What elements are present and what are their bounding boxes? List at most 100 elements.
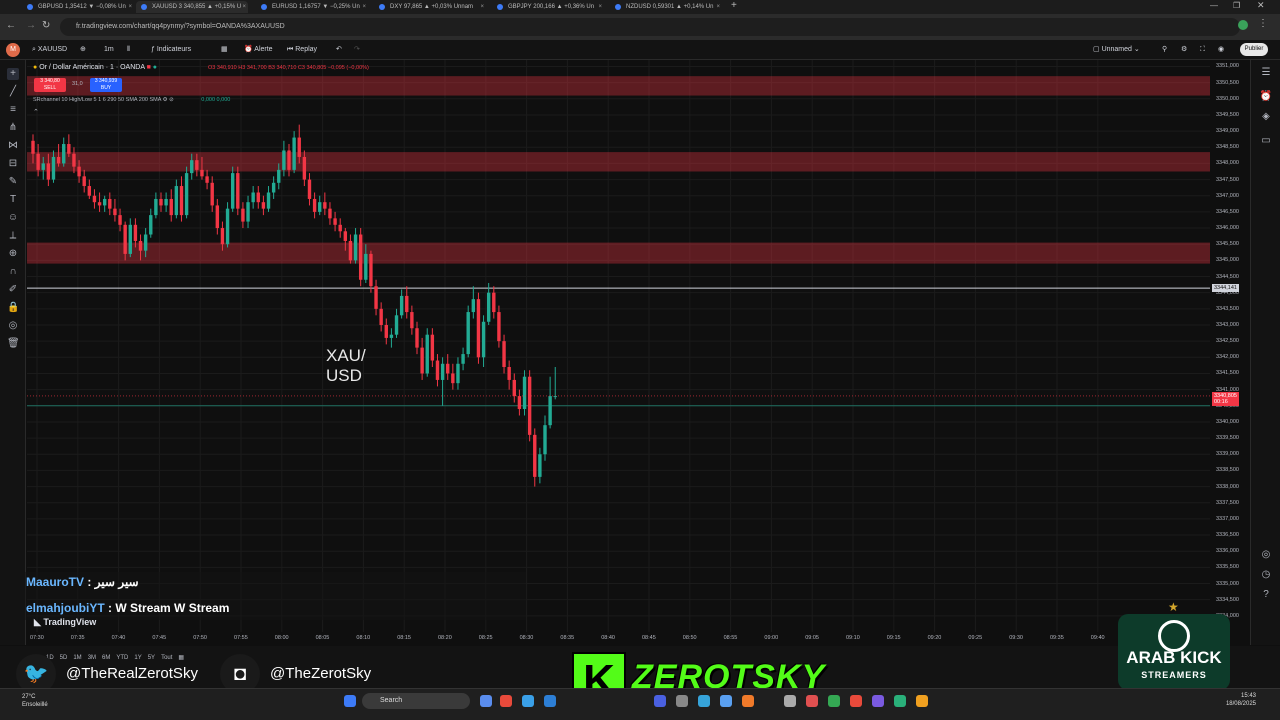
discord-icon[interactable] [654, 695, 666, 707]
app-icon[interactable] [676, 695, 688, 707]
clock[interactable]: 15:43 18/08/2025 [1226, 692, 1256, 708]
target-icon[interactable]: ◎ [1259, 548, 1273, 562]
lock-drawings-icon[interactable]: ✐ [7, 284, 19, 296]
time-scale[interactable]: 07:30 07:35 07:40 07:45 07:50 07:55 08:00 08:05… [27, 632, 1250, 646]
taskbar-search[interactable]: Search [362, 693, 470, 709]
edge-icon[interactable] [522, 695, 534, 707]
close-icon[interactable]: × [362, 1, 366, 13]
app-icon[interactable] [784, 695, 796, 707]
user-avatar[interactable]: M [6, 43, 20, 57]
minimize-icon[interactable]: — [1210, 1, 1218, 10]
telegram-icon[interactable] [698, 695, 710, 707]
trash-icon[interactable]: 🗑 [7, 338, 20, 350]
close-icon[interactable]: × [128, 1, 132, 13]
layers-icon[interactable]: ◈ [1259, 110, 1273, 124]
buy-button[interactable]: 3 340,939 BUY [90, 78, 122, 92]
browser-tab[interactable]: DXY 97,865 ▲ +0,03% Unnam × [374, 1, 486, 13]
task-view-icon[interactable] [480, 695, 492, 707]
pitchfork-icon[interactable]: ⋔ [7, 122, 19, 134]
sell-button[interactable]: 3 340,80 SELL [34, 78, 66, 92]
price-tick-label: 3350,000 [1216, 95, 1239, 102]
windows-start-icon[interactable] [344, 695, 356, 707]
app-icon[interactable] [720, 695, 732, 707]
close-icon[interactable]: × [598, 1, 602, 13]
price-scale[interactable]: 3351,000 3350,500 3350,000 3349,500 3349,000… [1210, 60, 1250, 632]
spread-value: 31,0 [72, 81, 83, 87]
reload-icon[interactable]: ↻ [42, 20, 50, 31]
text-icon[interactable]: T [7, 194, 19, 206]
price-tick-label: 3342,500 [1216, 338, 1239, 345]
publish-button[interactable]: Publier [1240, 43, 1268, 56]
close-icon[interactable]: × [480, 1, 484, 13]
horizontal-lines-icon[interactable]: ≡ [7, 104, 19, 116]
trend-line-icon[interactable]: ╱ [7, 86, 19, 98]
ideas-icon[interactable]: ◷ [1259, 568, 1273, 582]
chat-icon[interactable]: ▭ [1259, 134, 1273, 148]
chart-type-icon[interactable]: ⫴ [127, 44, 130, 56]
fullscreen-icon[interactable]: ⛶ [1200, 44, 1205, 56]
layout-name-button[interactable]: ▢ Unnamed ⌄ [1093, 44, 1140, 56]
new-tab-button[interactable]: + [731, 0, 737, 11]
close-icon[interactable]: × [716, 1, 720, 13]
indicators-button[interactable]: ƒ Indicateurs [151, 44, 191, 56]
magnet-icon[interactable]: ∩ [7, 266, 19, 278]
browser-tab[interactable]: NZDUSD 0,59301 ▲ +0,14% Un × [610, 1, 722, 13]
emoji-icon[interactable]: ☺ [7, 212, 19, 224]
brush-icon[interactable]: ✎ [7, 176, 19, 188]
url-field[interactable]: fr.tradingview.com/chart/qq4pynmy/?symbo… [60, 18, 1240, 36]
fib-icon[interactable]: ⋈ [7, 140, 19, 152]
drawing-toolbar: + ╱ ≡ ⋔ ⋈ ⊟ ✎ T ☺ ⟂ ⊕ ∩ ✐ 🔒 ◎ 🗑 [0, 60, 26, 645]
folder-icon[interactable] [742, 695, 754, 707]
layouts-icon[interactable]: ▦ [221, 44, 228, 56]
close-window-icon[interactable]: ✕ [1257, 0, 1265, 11]
symbol-search[interactable]: ⌕ XAUUSD [32, 44, 67, 56]
watchlist-icon[interactable]: ☰ [1259, 66, 1273, 80]
zoom-icon[interactable]: ⊕ [7, 248, 19, 260]
browser-tab[interactable]: XAUUSD 3 340,855 ▲ +0,15% U × [136, 1, 248, 13]
snapshot-icon[interactable]: ◉ [1218, 44, 1224, 56]
redo-icon[interactable]: ↷ [354, 44, 360, 56]
menu-dots-icon[interactable]: ⋮ [1258, 18, 1268, 29]
candlestick-chart[interactable] [27, 60, 1210, 632]
alerts-icon[interactable]: ⏰ [1259, 90, 1273, 104]
brave-icon[interactable] [850, 695, 862, 707]
forward-icon[interactable]: → [26, 20, 36, 31]
app-icon[interactable] [806, 695, 818, 707]
settings-icon[interactable]: ⚙ ⊘ [163, 97, 174, 103]
ruler-icon[interactable]: ⟂ [7, 230, 19, 242]
replay-button[interactable]: ⏮ Replay [287, 44, 317, 56]
lock-icon[interactable]: 🔒 [7, 302, 19, 314]
browser-tab[interactable]: GBPUSD 1,35412 ▼ −0,08% Un × [22, 1, 134, 13]
profile-avatar[interactable] [1238, 20, 1248, 30]
visibility-icon[interactable]: ◎ [7, 320, 19, 332]
alert-button[interactable]: ⏰ Alerte [244, 44, 273, 56]
close-icon[interactable]: × [242, 1, 246, 13]
apps-icon[interactable] [1259, 594, 1273, 608]
symbol-legend[interactable]: ● Or / Dollar Américain · 1 · OANDA ■ ● [33, 64, 157, 71]
pattern-icon[interactable]: ⊟ [7, 158, 19, 170]
app-icon[interactable] [872, 695, 884, 707]
quick-search-icon[interactable]: ⚲ [1162, 44, 1167, 56]
add-symbol-icon[interactable]: ⊕ [80, 44, 86, 56]
price-tick-label: 3341,500 [1216, 370, 1239, 377]
app-icon[interactable] [500, 695, 512, 707]
settings-icon[interactable]: ⚙ [1181, 44, 1187, 56]
weather-widget[interactable]: 27°C Ensoleillé [22, 693, 48, 709]
collapse-legend-icon[interactable]: ⌃ [33, 108, 39, 116]
maximize-icon[interactable]: ❐ [1233, 1, 1240, 10]
interval-button[interactable]: 1m [104, 44, 114, 56]
time-tick-label: 09:10 [846, 635, 860, 641]
photoshop-icon[interactable] [544, 695, 556, 707]
app-icon[interactable] [916, 695, 928, 707]
crosshair-icon[interactable]: + [7, 68, 19, 80]
browser-tab[interactable]: GBPJPY 200,166 ▲ +0,36% Un × [492, 1, 604, 13]
browser-tab[interactable]: EURUSD 1,16757 ▼ −0,25% Un × [256, 1, 368, 13]
back-icon[interactable]: ← [6, 20, 16, 31]
candle-body [507, 367, 511, 380]
candle-body [138, 240, 143, 251]
undo-icon[interactable]: ↶ [336, 44, 342, 56]
candle-body [195, 160, 199, 170]
app-icon[interactable] [894, 695, 906, 707]
chrome-icon[interactable] [828, 695, 840, 707]
indicator-legend[interactable]: SRchannel 10 High/Low 5 1 6 290 50 SMA 2… [33, 97, 230, 103]
